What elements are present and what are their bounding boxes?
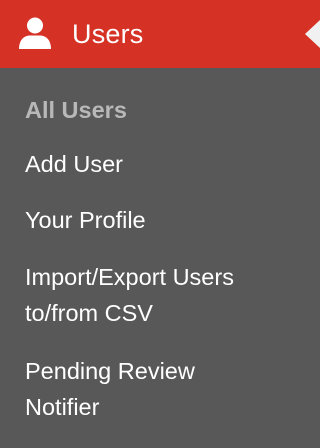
submenu-item-pending-review-notifier[interactable]: Pending Review Notifier xyxy=(25,355,305,423)
submenu-item-your-profile[interactable]: Your Profile xyxy=(25,204,305,236)
users-submenu: All Users Add User Your Profile Import/E… xyxy=(0,68,320,448)
submenu-item-label: Your Profile xyxy=(25,207,146,233)
submenu-item-add-user[interactable]: Add User xyxy=(25,148,305,180)
submenu-item-label: All Users xyxy=(25,97,127,123)
submenu-item-all-users[interactable]: All Users xyxy=(25,94,305,126)
submenu-item-label-line1: Import/Export Users xyxy=(25,264,234,290)
current-menu-arrow xyxy=(305,20,320,48)
users-menu-label: Users xyxy=(72,19,144,49)
user-icon xyxy=(19,17,51,49)
submenu-item-label-line2: Notifier xyxy=(25,394,100,420)
submenu-item-import-export-users[interactable]: Import/Export Users to/from CSV xyxy=(25,261,305,329)
submenu-item-label-line1: Pending Review xyxy=(25,358,195,384)
submenu-item-label: Add User xyxy=(25,151,123,177)
users-menu-header[interactable]: Users xyxy=(0,0,320,68)
admin-sidebar-menu: Users All Users Add User Your Profile Im… xyxy=(0,0,320,448)
submenu-item-label-line2: to/from CSV xyxy=(25,300,153,326)
